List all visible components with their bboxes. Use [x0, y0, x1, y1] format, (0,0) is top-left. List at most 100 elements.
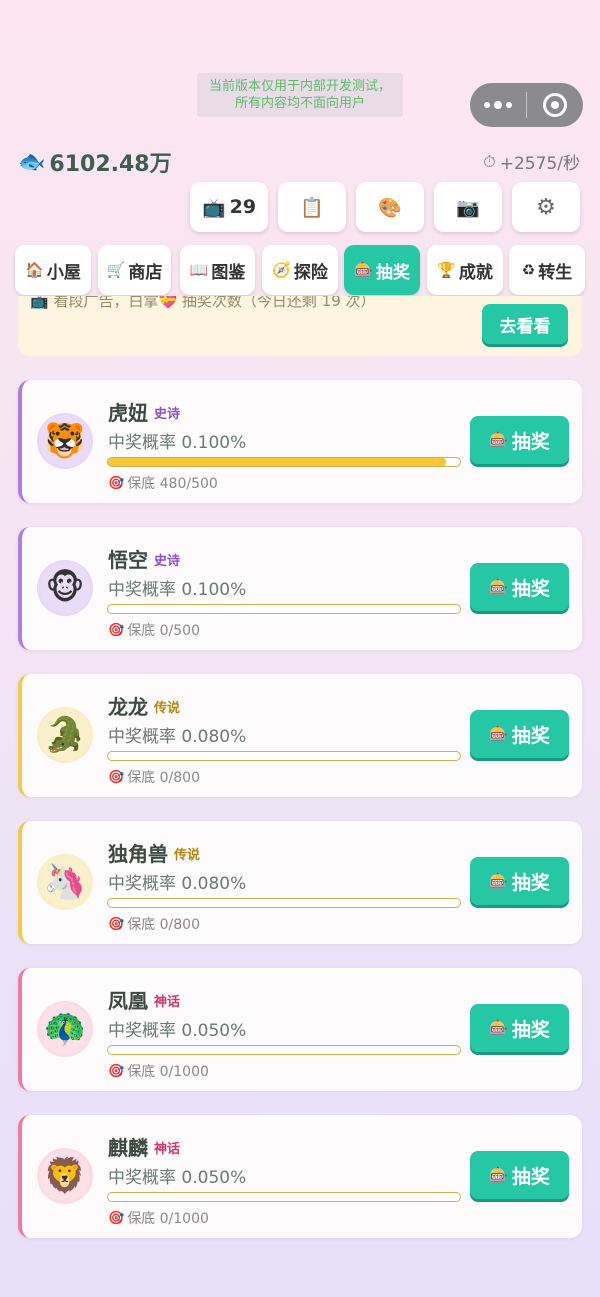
- tab-label: 图鉴: [211, 262, 246, 283]
- tab-rebirth[interactable]: ♻ 转生: [509, 245, 585, 295]
- pity-progress-bar: [107, 1045, 461, 1055]
- draw-button[interactable]: 🎰 抽奖: [470, 563, 569, 611]
- prize-card: 🐯 虎妞 史诗 中奖概率 0.100% 🎯 保底 480/500 🎰 抽奖: [18, 380, 582, 503]
- tv-icon: 📺: [201, 196, 226, 219]
- cart-icon: 🛒: [106, 261, 126, 279]
- coin-value: 6102.48万: [49, 152, 172, 177]
- slot-machine-icon: 🎰: [489, 872, 508, 890]
- slot-machine-icon: 🎰: [489, 1019, 508, 1037]
- rarity-badge: 史诗: [154, 407, 181, 422]
- slot-machine-icon: 🎰: [489, 578, 508, 596]
- gear-icon: ⚙: [536, 194, 556, 220]
- tab-label: 商店: [128, 262, 163, 283]
- pet-name: 独角兽 传说: [108, 842, 201, 866]
- tab-explore[interactable]: 🧭 探险: [262, 245, 338, 295]
- prize-card: 🐊 龙龙 传说 中奖概率 0.080% 🎯 保底 0/800 🎰 抽奖: [18, 674, 582, 797]
- slot-machine-icon: 🎰: [489, 725, 508, 743]
- ad-reward-banner: 📺 看段广告，白拿💝 抽奖次数（今日还剩 19 次） 去看看: [18, 296, 582, 356]
- pet-name: 麒麟 神话: [108, 1136, 181, 1160]
- close-miniprogram-icon[interactable]: [527, 93, 583, 117]
- tab-collection[interactable]: 📖 图鉴: [180, 245, 255, 295]
- draw-button[interactable]: 🎰 抽奖: [470, 416, 569, 464]
- miniprogram-capsule: [470, 83, 583, 127]
- rarity-badge: 史诗: [154, 554, 181, 569]
- skins-button[interactable]: 🎨: [356, 182, 424, 232]
- watch-ad-button[interactable]: 📺 29: [190, 182, 268, 232]
- win-probability: 中奖概率 0.080%: [108, 874, 247, 894]
- dev-notice-line1: 当前版本仅用于内部开发测试，: [208, 79, 391, 94]
- prize-card: 🐵 悟空 史诗 中奖概率 0.100% 🎯 保底 0/500 🎰 抽奖: [18, 527, 582, 650]
- coin-balance: 🐟 6102.48万: [18, 146, 172, 178]
- settings-button[interactable]: ⚙: [512, 182, 580, 232]
- slot-machine-icon: 🎰: [489, 431, 508, 449]
- pity-counter: 🎯 保底 0/1000: [108, 1063, 209, 1081]
- tab-label: 转生: [538, 262, 573, 283]
- tab-label: 成就: [458, 262, 493, 283]
- win-probability: 中奖概率 0.050%: [108, 1021, 247, 1041]
- camera-icon: 📷: [456, 196, 480, 219]
- rarity-badge: 神话: [154, 1142, 181, 1157]
- pity-progress-bar: [107, 751, 461, 761]
- income-rate: ⏱ +2575/秒: [483, 149, 580, 175]
- win-probability: 中奖概率 0.100%: [108, 433, 247, 453]
- recycle-icon: ♻: [521, 261, 536, 279]
- clipboard-icon: 📋: [300, 196, 324, 219]
- pity-counter: 🎯 保底 0/800: [108, 916, 200, 934]
- more-options-icon[interactable]: [470, 101, 526, 109]
- rarity-badge: 神话: [154, 995, 181, 1010]
- pet-avatar: 🐯: [37, 413, 93, 469]
- target-icon: 🎯: [108, 475, 125, 491]
- dev-notice-line2: 所有内容均不面向用户: [234, 96, 365, 111]
- pet-avatar: 🐵: [37, 560, 93, 616]
- pity-progress-fill: [108, 458, 446, 466]
- main-nav: 🏠 小屋 🛒 商店 📖 图鉴 🧭 探险 🎰 抽奖 🏆 成就 ♻ 转生: [15, 245, 585, 295]
- tab-lottery[interactable]: 🎰 抽奖: [344, 245, 420, 295]
- pity-counter: 🎯 保底 0/500: [108, 622, 200, 640]
- tab-house[interactable]: 🏠 小屋: [15, 245, 91, 295]
- pet-avatar: 🦁: [37, 1148, 93, 1204]
- pet-avatar: 🦄: [37, 854, 93, 910]
- draw-button[interactable]: 🎰 抽奖: [470, 857, 569, 905]
- watch-ad-go-button[interactable]: 去看看: [482, 304, 568, 344]
- stopwatch-icon: ⏱: [483, 151, 496, 171]
- draw-button[interactable]: 🎰 抽奖: [470, 710, 569, 758]
- pity-progress-bar: [107, 898, 461, 908]
- income-rate-value: +2575/秒: [499, 154, 580, 174]
- pet-name: 虎妞 史诗: [108, 401, 181, 425]
- pity-counter: 🎯 保底 0/1000: [108, 1210, 209, 1228]
- win-probability: 中奖概率 0.100%: [108, 580, 247, 600]
- dev-notice: 当前版本仅用于内部开发测试， 所有内容均不面向用户: [197, 73, 403, 117]
- pet-name: 凤凰 神话: [108, 989, 181, 1013]
- draw-button[interactable]: 🎰 抽奖: [470, 1004, 569, 1052]
- win-probability: 中奖概率 0.050%: [108, 1168, 247, 1188]
- target-icon: 🎯: [108, 916, 125, 932]
- slot-machine-icon: 🎰: [489, 1166, 508, 1184]
- photo-button[interactable]: 📷: [434, 182, 502, 232]
- tab-label: 小屋: [46, 262, 81, 283]
- tab-shop[interactable]: 🛒 商店: [98, 245, 171, 295]
- pet-avatar: 🦚: [37, 1001, 93, 1057]
- slot-machine-icon: 🎰: [354, 261, 373, 279]
- palette-icon: 🎨: [378, 196, 402, 219]
- house-icon: 🏠: [25, 261, 44, 279]
- tab-achievements[interactable]: 🏆 成就: [427, 245, 503, 295]
- target-icon: 🎯: [108, 622, 125, 638]
- pet-name: 悟空 史诗: [108, 548, 181, 572]
- draw-button[interactable]: 🎰 抽奖: [470, 1151, 569, 1199]
- target-icon: 🎯: [108, 1210, 125, 1226]
- trophy-icon: 🏆: [437, 261, 456, 279]
- target-icon: 🎯: [108, 1063, 125, 1079]
- prize-card: 🦚 凤凰 神话 中奖概率 0.050% 🎯 保底 0/1000 🎰 抽奖: [18, 968, 582, 1091]
- prize-card: 🦄 独角兽 传说 中奖概率 0.080% 🎯 保底 0/800 🎰 抽奖: [18, 821, 582, 944]
- pity-progress-bar: [107, 457, 461, 467]
- pet-avatar: 🐊: [37, 707, 93, 763]
- pity-progress-bar: [107, 604, 461, 614]
- pet-name: 龙龙 传说: [108, 695, 181, 719]
- tab-label: 探险: [293, 262, 328, 283]
- win-probability: 中奖概率 0.080%: [108, 727, 247, 747]
- pity-counter: 🎯 保底 0/800: [108, 769, 200, 787]
- tasks-button[interactable]: 📋: [278, 182, 346, 232]
- pity-counter: 🎯 保底 480/500: [108, 475, 218, 493]
- tab-label: 抽奖: [375, 262, 410, 283]
- compass-icon: 🧭: [272, 261, 291, 279]
